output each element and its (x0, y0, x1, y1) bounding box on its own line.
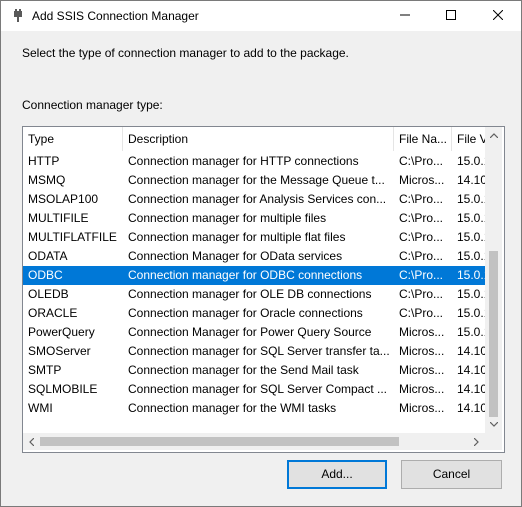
description-cell: Connection Manager for OData services (128, 249, 343, 263)
description-cell: Connection Manager for Power Query Sourc… (128, 325, 372, 339)
scrollbar-corner (485, 433, 502, 450)
table-row[interactable]: WMI Connection manager for the WMI tasks M… (23, 399, 487, 418)
minimize-button[interactable] (382, 1, 428, 31)
chevron-right-icon (474, 437, 479, 446)
type-cell: OLEDB (28, 287, 69, 301)
description-cell: Connection manager for SQL Server Compac… (128, 382, 388, 396)
chevron-left-icon (29, 437, 34, 446)
window-title: Add SSIS Connection Manager (32, 9, 199, 23)
type-cell: HTTP (28, 154, 60, 168)
column-header-type[interactable]: Type (23, 127, 123, 151)
type-cell: MULTIFLATFILE (28, 230, 117, 244)
description-cell: Connection manager for HTTP connections (128, 154, 359, 168)
instructions-text: Select the type of connection manager to… (22, 46, 349, 60)
type-cell: ODBC (28, 268, 63, 282)
type-cell: WMI (28, 401, 53, 415)
table-row[interactable]: MULTIFLATFILE Connection manager for mult… (23, 228, 490, 247)
list-header: Type Description File Na... File V (23, 127, 493, 151)
close-icon (492, 9, 504, 23)
column-header-file-name[interactable]: File Na... (394, 127, 452, 151)
type-cell: ORACLE (28, 306, 78, 320)
file-name-cell: C:\Pro... (399, 154, 444, 168)
scroll-up-button[interactable] (485, 127, 502, 144)
scroll-down-button[interactable] (485, 416, 502, 433)
close-button[interactable] (475, 1, 521, 31)
scroll-right-button[interactable] (468, 433, 485, 450)
horizontal-scrollbar[interactable] (23, 433, 485, 450)
file-name-cell: C:\Pro... (399, 249, 444, 263)
type-cell: MSMQ (28, 173, 66, 187)
table-row[interactable]: OLEDB Connection manager for OLE DB conne… (23, 285, 490, 304)
table-row[interactable]: PowerQuery Connection Manager for Power Q… (23, 323, 490, 342)
description-cell: Connection manager for SQL Server transf… (128, 344, 390, 358)
type-cell: SQLMOBILE (28, 382, 98, 396)
description-cell: Connection manager for multiple files (128, 211, 327, 225)
maximize-button[interactable] (428, 1, 474, 31)
chevron-up-icon (489, 133, 498, 138)
description-cell: Connection manager for the Send Mail tas… (128, 363, 359, 377)
table-row[interactable]: SMTP Connection manager for the Send Mail… (23, 361, 487, 380)
column-header-description[interactable]: Description (123, 127, 394, 151)
type-cell: MULTIFILE (28, 211, 89, 225)
description-cell: Connection manager for multiple flat fil… (128, 230, 346, 244)
description-cell: Connection manager for ODBC connections (128, 268, 363, 282)
minimize-icon (400, 9, 410, 23)
description-cell: Connection manager for OLE DB connection… (128, 287, 372, 301)
type-cell: MSOLAP100 (28, 192, 99, 206)
file-name-cell: C:\Pro... (399, 192, 444, 206)
file-name-cell: Micros... (399, 344, 445, 358)
description-cell: Connection manager for the WMI tasks (128, 401, 337, 415)
chevron-down-icon (489, 422, 498, 427)
vertical-scrollbar[interactable] (485, 127, 502, 433)
title-bar[interactable]: Add SSIS Connection Manager (1, 1, 521, 31)
type-cell: SMTP (28, 363, 62, 377)
file-name-cell: Micros... (399, 363, 445, 377)
description-cell: Connection manager for the Message Queue… (128, 173, 385, 187)
file-name-cell: Micros... (399, 382, 445, 396)
table-row[interactable]: MULTIFILE Connection manager for multiple… (23, 209, 490, 228)
table-row[interactable]: ODATA Connection Manager for OData servic… (23, 247, 490, 266)
file-name-cell: C:\Pro... (399, 287, 444, 301)
description-cell: Connection manager for Oracle connection… (128, 306, 363, 320)
plug-icon (11, 9, 25, 23)
file-name-cell: Micros... (399, 173, 445, 187)
table-row[interactable]: SMOServer Connection manager for SQL Serv… (23, 342, 487, 361)
file-name-cell: Micros... (399, 325, 445, 339)
file-name-cell: C:\Pro... (399, 306, 444, 320)
table-row[interactable]: ORACLE Connection manager for Oracle conn… (23, 304, 490, 323)
horizontal-scroll-thumb[interactable] (40, 437, 399, 446)
list-label: Connection manager type: (22, 98, 163, 112)
vertical-scroll-thumb[interactable] (489, 251, 498, 417)
type-cell: ODATA (28, 249, 68, 263)
connection-type-list[interactable]: Type Description File Na... File V HTTP C… (22, 126, 505, 453)
table-row[interactable]: SQLMOBILE Connection manager for SQL Serv… (23, 380, 487, 399)
type-cell: SMOServer (28, 344, 91, 358)
file-name-cell: C:\Pro... (399, 211, 444, 225)
scroll-left-button[interactable] (23, 433, 40, 450)
maximize-icon (446, 9, 456, 23)
table-row[interactable]: MSOLAP100 Connection manager for Analysis… (23, 190, 490, 209)
add-button[interactable]: Add... (287, 460, 387, 489)
table-row[interactable]: MSMQ Connection manager for the Message Q… (23, 171, 487, 190)
file-name-cell: Micros... (399, 401, 445, 415)
dialog-window: Add SSIS Connection Manager Select the t… (0, 0, 522, 507)
cancel-button[interactable]: Cancel (401, 460, 502, 489)
table-row-selected[interactable]: ODBC Connection manager for ODBC connecti… (23, 266, 490, 285)
description-cell: Connection manager for Analysis Services… (128, 192, 387, 206)
type-cell: PowerQuery (28, 325, 95, 339)
file-name-cell: C:\Pro... (399, 230, 444, 244)
file-name-cell: C:\Pro... (399, 268, 444, 282)
table-row[interactable]: HTTP Connection manager for HTTP connecti… (23, 152, 490, 171)
